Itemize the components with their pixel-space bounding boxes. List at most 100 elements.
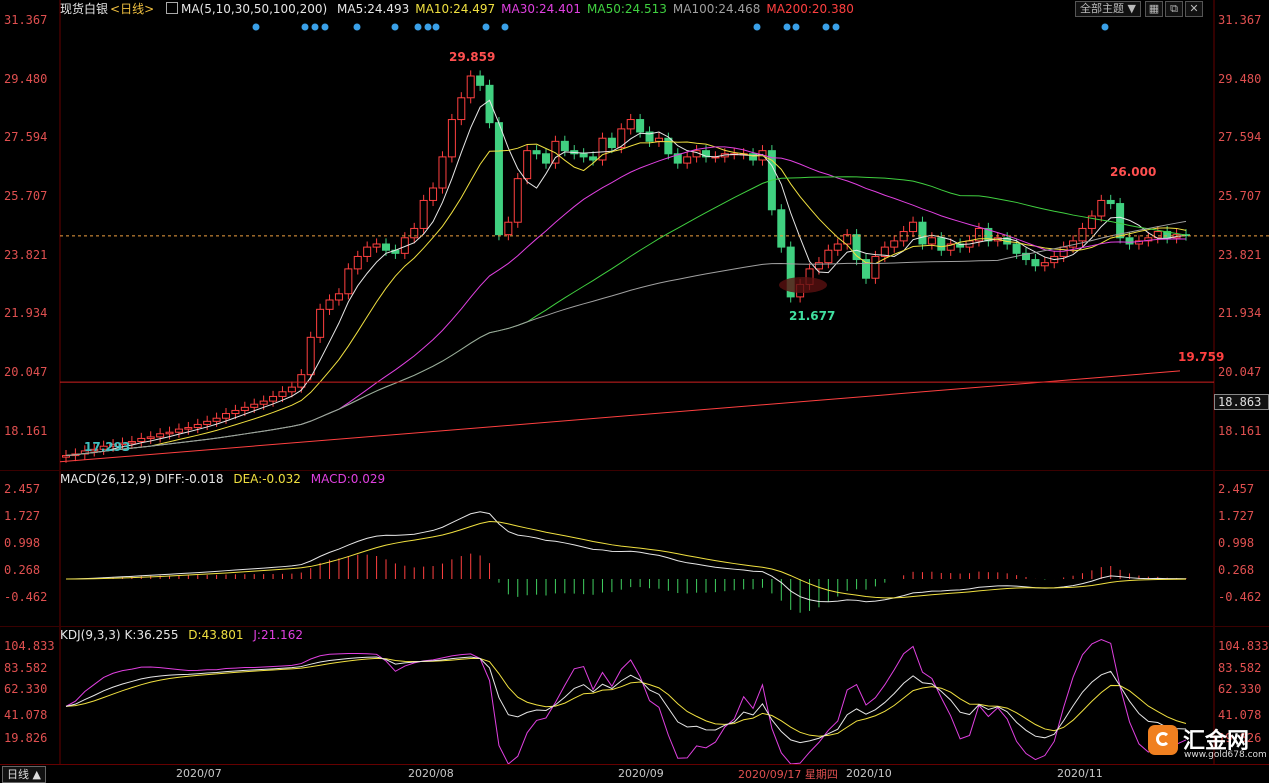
- candle-body: [1078, 227, 1087, 242]
- signal-dot: [353, 23, 361, 31]
- left-price-tick-3: 25.707: [4, 189, 48, 204]
- xlabel-2020-10: 2020/10: [846, 767, 892, 780]
- left-price-tick-6: 20.047: [4, 365, 48, 380]
- candle-body: [325, 299, 334, 310]
- left-price-tick-2: 27.594: [4, 130, 48, 145]
- right-price-tick-3: 25.707: [1218, 189, 1262, 204]
- right-price-tick-1: 29.480: [1218, 71, 1262, 86]
- right-macd-tick-4: -0.462: [1218, 590, 1262, 604]
- start-low-annotation: 17.293: [84, 440, 130, 454]
- signal-dot: [482, 23, 490, 31]
- macd-chart[interactable]: [0, 471, 1269, 626]
- candle-body: [664, 137, 673, 155]
- cursor-date-label: 2020/09/17 星期四: [736, 766, 840, 782]
- right-macd-tick-3: 0.268: [1218, 563, 1255, 577]
- macd-panel[interactable]: MACD(26,12,9) DIFF:-0.018 DEA:-0.032 MACD…: [0, 471, 1269, 626]
- ma200-annotation: 19.759: [1178, 350, 1224, 364]
- candle-body: [1106, 199, 1115, 205]
- candle-body: [306, 336, 315, 376]
- right-price-tick-7: 18.161: [1218, 423, 1262, 438]
- candle-body: [871, 255, 880, 279]
- candle-body: [372, 243, 381, 248]
- candle-body: [250, 403, 259, 408]
- candle-body: [532, 150, 541, 155]
- left-kdj-tick-4: 19.826: [4, 731, 48, 745]
- candle-body: [156, 433, 165, 438]
- left-macd-tick-1: 1.727: [4, 509, 41, 523]
- candle-body: [579, 153, 588, 158]
- left-kdj-tick-3: 41.078: [4, 708, 48, 722]
- right-kdj-tick-2: 62.330: [1218, 682, 1262, 696]
- candle-body: [466, 75, 475, 99]
- right-price-tick-4: 23.821: [1218, 247, 1262, 262]
- candle-body: [607, 137, 616, 149]
- right-price-tick-6: 20.047: [1218, 365, 1262, 380]
- left-macd-tick-2: 0.998: [4, 536, 41, 550]
- candle-body: [542, 153, 550, 164]
- candle-body: [1040, 262, 1049, 267]
- signal-dot: [432, 23, 440, 31]
- candle-body: [918, 221, 927, 245]
- signal-dot: [753, 23, 761, 31]
- candle-body: [222, 413, 230, 419]
- candle-body: [137, 437, 146, 443]
- candle-body: [1125, 237, 1134, 245]
- left-macd-tick-3: 0.268: [4, 563, 41, 577]
- candle-body: [165, 431, 174, 435]
- candle-body: [287, 386, 296, 393]
- price-panel[interactable]: 现货白银 <日线> MA(5,10,30,50,100,200) MA5:24.4…: [0, 0, 1269, 470]
- time-axis[interactable]: 日线 ▲ 2020/07 2020/08 2020/09 2020/10 202…: [0, 764, 1269, 783]
- candle-body: [184, 427, 193, 430]
- period-button[interactable]: 日线 ▲: [2, 766, 46, 783]
- signal-dot: [424, 23, 432, 31]
- signal-dot: [783, 23, 791, 31]
- kdj-chart[interactable]: [0, 627, 1269, 764]
- ma100-line: [65, 220, 1187, 457]
- right-price-tick-2: 27.594: [1218, 130, 1262, 145]
- candle-body: [419, 199, 428, 229]
- candle-body: [1116, 203, 1125, 239]
- candle-body: [259, 400, 268, 405]
- k-line: [65, 656, 1187, 744]
- candle-body: [363, 246, 372, 257]
- candle-body: [353, 255, 362, 270]
- signal-dot: [1101, 23, 1109, 31]
- price-chart[interactable]: 29.859 26.000 21.677 17.293 19.759: [0, 0, 1269, 470]
- xlabel-2020-08: 2020/08: [408, 767, 454, 780]
- candle-body: [240, 406, 249, 411]
- candle-body: [1097, 199, 1106, 217]
- ma5-line: [65, 99, 1187, 457]
- candle-body: [777, 209, 786, 248]
- right-price-tick-5: 21.934: [1218, 306, 1262, 321]
- candle-body: [278, 391, 287, 397]
- right-kdj-tick-3: 41.078: [1218, 708, 1262, 722]
- xlabel-2020-09: 2020/09: [618, 767, 664, 780]
- recent-high-annotation: 26.000: [1110, 165, 1156, 179]
- candle-body: [626, 119, 635, 130]
- kdj-panel[interactable]: KDJ(9,3,3) K:36.255 D:43.801 J:21.162 104…: [0, 627, 1269, 764]
- candle-body: [316, 308, 325, 338]
- candle-body: [890, 240, 899, 248]
- right-macd-tick-0: 2.457: [1218, 482, 1255, 496]
- signal-dot: [822, 23, 830, 31]
- right-kdj-tick-1: 83.582: [1218, 661, 1262, 675]
- high-annotation: 29.859: [449, 50, 495, 64]
- signal-dot: [391, 23, 399, 31]
- candle-body: [485, 84, 494, 124]
- signal-dot: [311, 23, 319, 31]
- logo-url: www.gold678.com: [1184, 750, 1267, 760]
- candle-body: [382, 243, 390, 251]
- candle-body: [927, 237, 936, 245]
- signal-dot: [501, 23, 509, 31]
- candle-body: [1012, 243, 1021, 254]
- left-macd-tick-4: -0.462: [4, 590, 48, 604]
- candle-body: [824, 249, 833, 264]
- candle-body: [334, 293, 343, 301]
- candle-body: [174, 428, 183, 433]
- left-macd-tick-0: 2.457: [4, 482, 41, 496]
- low-annotation: 21.677: [789, 309, 835, 323]
- candle-body: [513, 178, 522, 223]
- watermark-logo: 汇金网 www.gold678.com: [1148, 723, 1267, 763]
- candle-body: [231, 409, 240, 415]
- candle-body: [429, 187, 438, 201]
